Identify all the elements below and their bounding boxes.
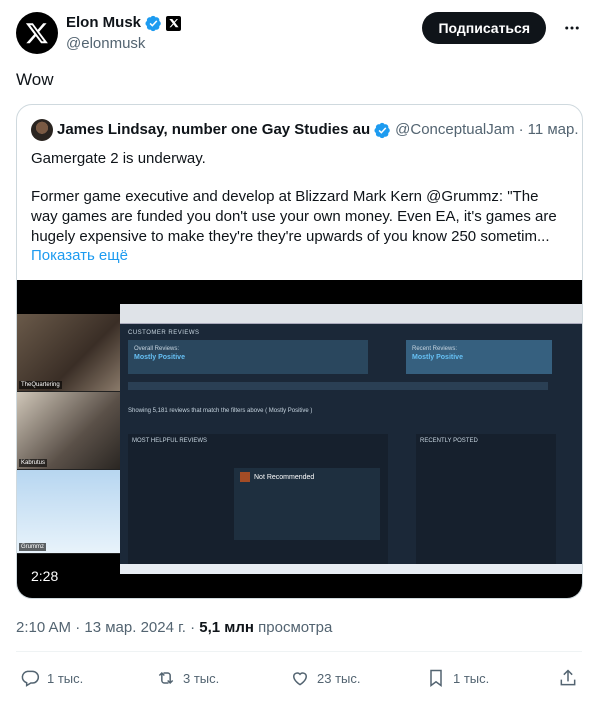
webcam-panel: TheQuartering Kabrutus Grummz (17, 314, 120, 554)
tweet-meta: 2:10 AM · 13 мар. 2024 г. · 5,1 млн прос… (16, 618, 332, 638)
share-icon (560, 669, 576, 686)
tweet-date[interactable]: 13 мар. 2024 г. (84, 619, 186, 636)
more-horizontal-icon[interactable] (562, 16, 582, 40)
quote-body: Former game executive and develop at Bli… (31, 188, 557, 245)
author-handle[interactable]: @elonmusk (66, 35, 181, 53)
x-logo-icon (25, 23, 48, 44)
screen-capture: CUSTOMER REVIEWS Overall Reviews: Mostly… (120, 304, 582, 574)
quote-header: James Lindsay, number one Gay Studies au… (31, 119, 579, 141)
reviews-section-title: CUSTOMER REVIEWS (128, 330, 200, 336)
bookmark-button[interactable]: 1 тыс. (426, 664, 489, 692)
quote-author-name[interactable]: James Lindsay, number one Gay Studies au (57, 120, 370, 140)
reply-count: 1 тыс. (47, 670, 84, 686)
recent-value: Mostly Positive (412, 354, 463, 361)
quote-line1: Gamergate 2 is underway. (31, 150, 206, 167)
repost-icon (158, 671, 174, 685)
recently-posted-column: RECENTLY POSTED (416, 434, 556, 564)
meta-separator: · (190, 619, 196, 636)
like-count: 23 тыс. (317, 670, 361, 686)
views-label: просмотра (258, 619, 333, 636)
quote-date[interactable]: 11 мар. (528, 120, 579, 140)
browser-bar (120, 304, 582, 324)
x-affiliate-badge-icon (166, 15, 182, 31)
cam-label: TheQuartering (19, 381, 62, 389)
cam-label: Kabrutus (19, 459, 48, 467)
quote-author-avatar[interactable] (31, 119, 53, 141)
cam-label: Grummz (19, 543, 46, 551)
repost-button[interactable]: 3 тыс. (156, 664, 219, 692)
author-avatar[interactable] (16, 12, 58, 54)
taskbar (120, 564, 582, 574)
action-bar: 1 тыс. 3 тыс. 23 тыс. 1 тыс. (20, 664, 580, 692)
verified-badge-icon (145, 15, 162, 32)
tweet-time[interactable]: 2:10 AM (16, 619, 71, 636)
repost-count: 3 тыс. (183, 670, 220, 686)
quote-author-handle[interactable]: @ConceptualJam (395, 120, 514, 140)
webcam-feed: Grummz (17, 470, 120, 554)
like-button[interactable]: 23 тыс. (290, 664, 360, 692)
recent-reviews-box: Recent Reviews: Mostly Positive (406, 340, 552, 374)
quote-text: Gamergate 2 is underway. Former game exe… (31, 149, 568, 247)
view-count: 5,1 млн (199, 619, 254, 636)
overall-label: Overall Reviews: (134, 346, 180, 352)
review-verdict: Not Recommended (254, 473, 315, 481)
author-info: Elon Musk @elonmusk (66, 14, 182, 53)
review-card: Not Recommended (234, 468, 380, 540)
quoted-tweet[interactable]: James Lindsay, number one Gay Studies au… (16, 104, 583, 599)
bookmark-count: 1 тыс. (453, 670, 490, 686)
filter-count: Showing 5,181 reviews that match the fil… (128, 408, 313, 414)
webcam-feed: Kabrutus (17, 392, 120, 470)
meta-separator: · (75, 619, 81, 636)
divider (16, 651, 582, 652)
heart-icon (292, 672, 308, 686)
thumbs-down-icon (240, 472, 250, 482)
tweet-text: Wow (16, 70, 54, 89)
subscribe-button[interactable]: Подписаться (422, 12, 546, 44)
show-more-link[interactable]: Показать ещё (31, 246, 128, 266)
share-button[interactable] (558, 664, 578, 692)
bookmark-icon (430, 669, 442, 687)
filter-bar (128, 382, 548, 390)
overall-value: Mostly Positive (134, 354, 185, 361)
reply-button[interactable]: 1 тыс. (20, 664, 83, 692)
video-duration: 2:28 (31, 568, 59, 584)
most-helpful-title: MOST HELPFUL REVIEWS (132, 438, 208, 444)
recently-posted-title: RECENTLY POSTED (420, 438, 478, 444)
video-player[interactable]: TheQuartering Kabrutus Grummz CUSTOMER R… (17, 280, 582, 598)
webcam-feed: TheQuartering (17, 314, 120, 392)
overall-reviews-box: Overall Reviews: Mostly Positive (128, 340, 368, 374)
reply-icon (21, 670, 40, 687)
quote-separator: · (518, 121, 524, 138)
tweet-header: Elon Musk @elonmusk Подписаться (16, 10, 582, 58)
recent-label: Recent Reviews: (412, 346, 458, 352)
author-name[interactable]: Elon Musk (66, 14, 141, 32)
verified-badge-icon (374, 122, 391, 139)
